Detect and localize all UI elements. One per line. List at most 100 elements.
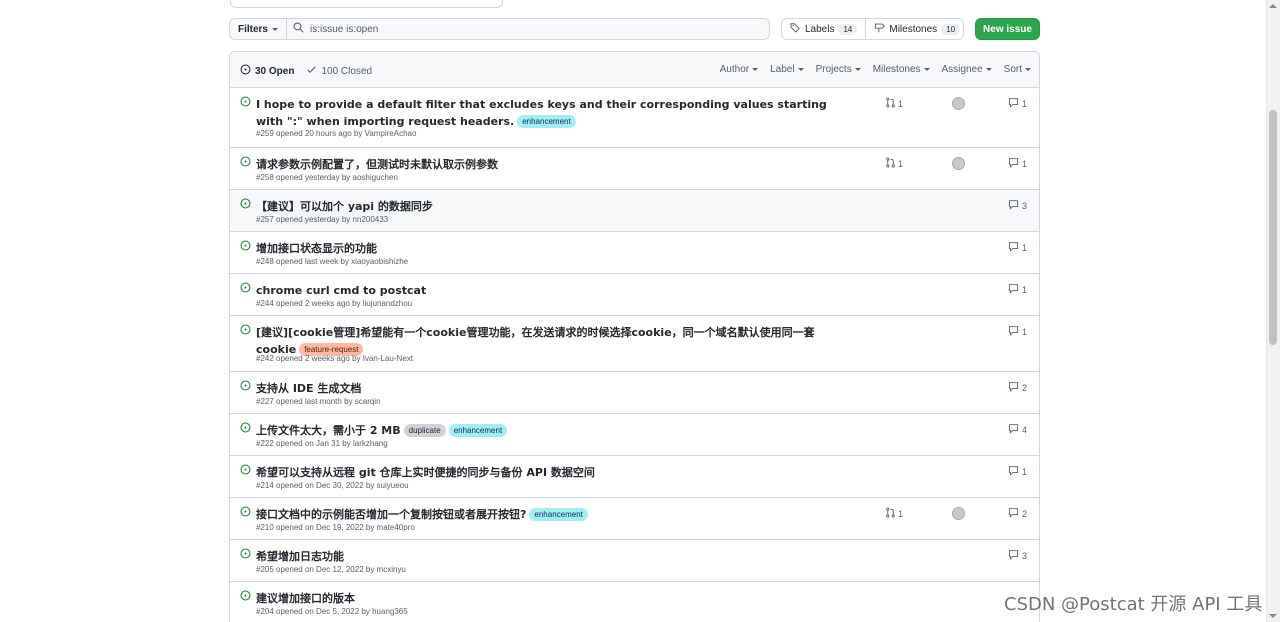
linked-pr[interactable]: 1 (885, 157, 903, 170)
issue-title-link[interactable]: 增加接口状态显示的功能 (256, 242, 377, 255)
new-issue-button[interactable]: New issue (975, 18, 1040, 40)
linked-pr[interactable]: 1 (885, 507, 903, 520)
author-filter[interactable]: Author (720, 64, 759, 75)
label-filter[interactable]: Label (770, 64, 804, 75)
issue-row[interactable]: 建议增加接口的版本 #204 opened on Dec 5, 2022 by h… (230, 581, 1039, 622)
comment-icon (1008, 241, 1019, 254)
label-filter-label: Label (770, 64, 795, 75)
scrollbar[interactable] (1266, 0, 1280, 622)
comment-icon (1008, 381, 1019, 394)
scroll-up-arrow[interactable] (1269, 4, 1277, 8)
issue-title-line: 支持从 IDE 生成文档 (256, 380, 836, 397)
comment-icon (1008, 549, 1019, 562)
issue-title-link[interactable]: 希望增加日志功能 (256, 550, 344, 563)
issue-title-link[interactable]: 希望可以支持从远程 git 仓库上实时便捷的同步与备份 API 数据空间 (256, 466, 595, 479)
assignee-avatar[interactable] (952, 157, 965, 170)
issue-title-link[interactable]: 支持从 IDE 生成文档 (256, 382, 361, 395)
assignee-avatar[interactable] (952, 507, 965, 520)
issue-row[interactable]: 【建议】可以加个 yapi 的数据同步 #257 opened yesterday… (230, 189, 1039, 231)
comment-count: 3 (1021, 550, 1027, 561)
issue-meta: #244 opened 2 weeks ago by liujunandzhou (256, 299, 413, 308)
issue-title-link[interactable]: 【建议】可以加个 yapi 的数据同步 (256, 200, 433, 213)
comments-link[interactable]: 1 (1008, 283, 1027, 296)
comment-icon (1008, 465, 1019, 478)
comment-icon (1008, 97, 1019, 110)
scrollbar-thumb[interactable] (1269, 110, 1277, 345)
assignee-filter-label: Assignee (941, 64, 983, 75)
labels-label: Labels (805, 23, 835, 35)
comment-icon (1008, 199, 1019, 212)
issue-label-enhancement[interactable]: enhancement (517, 115, 576, 128)
issue-meta: #205 opened on Dec 12, 2022 by mcxinyu (256, 565, 406, 574)
comments-link[interactable]: 2 (1008, 507, 1027, 520)
issue-state-toggle: 30 Open 100 Closed (240, 64, 372, 78)
milestones-button[interactable]: Milestones 10 (865, 19, 968, 39)
chevron-down-icon (985, 68, 992, 71)
assignee-avatar[interactable] (952, 97, 965, 110)
issue-row[interactable]: [建议][cookie管理]希望能有一个cookie管理功能，在发送请求的时候选… (230, 315, 1039, 371)
sort-filter[interactable]: Sort (1004, 64, 1031, 75)
issue-title-line: 请求参数示例配置了，但测试时未默认取示例参数 (256, 156, 836, 173)
issue-title-link[interactable]: 接口文档中的示例能否增加一个复制按钮或者展开按钮? (256, 508, 526, 521)
issue-row[interactable]: 上传文件太大，需小于 2 MB duplicate enhancement #222 … (230, 413, 1039, 455)
issue-row[interactable]: I hope to provide a default filter that … (230, 88, 1039, 147)
search-input[interactable] (310, 23, 750, 35)
issue-title-link[interactable]: 建议增加接口的版本 (256, 592, 355, 605)
milestones-filter[interactable]: Milestones (873, 64, 930, 75)
watermark: CSDN @Postcat 开源 API 工具 (1004, 594, 1263, 615)
scroll-down-arrow[interactable] (1269, 614, 1277, 618)
issue-title-link[interactable]: 上传文件太大，需小于 2 MB (256, 424, 401, 437)
search-box[interactable] (286, 18, 770, 40)
comments-link[interactable]: 1 (1008, 325, 1027, 338)
labels-button[interactable]: Labels 14 (782, 19, 865, 39)
issue-row[interactable]: 支持从 IDE 生成文档 #227 opened last month by sc… (230, 371, 1039, 413)
issue-row[interactable]: 增加接口状态显示的功能 #248 opened last week by xiao… (230, 231, 1039, 273)
linked-pr[interactable]: 1 (885, 97, 903, 110)
issue-opened-icon (240, 240, 251, 254)
assignee-filter[interactable]: Assignee (942, 64, 992, 75)
comments-link[interactable]: 1 (1008, 465, 1027, 478)
issue-row[interactable]: chrome curl cmd to postcat #244 opened 2 … (230, 273, 1039, 315)
check-icon (306, 64, 317, 78)
tag-icon (790, 22, 801, 36)
issue-meta: #258 opened yesterday by aoshiguchen (256, 173, 398, 182)
issue-row[interactable]: 希望增加日志功能 #205 opened on Dec 12, 2022 by m… (230, 539, 1039, 581)
comment-count: 1 (1021, 98, 1027, 109)
issue-row[interactable]: 请求参数示例配置了，但测试时未默认取示例参数 #258 opened yester… (230, 147, 1039, 189)
issue-title-link[interactable]: 请求参数示例配置了，但测试时未默认取示例参数 (256, 158, 498, 171)
projects-filter[interactable]: Projects (816, 64, 861, 75)
comment-icon (1008, 507, 1019, 520)
comments-link[interactable]: 2 (1008, 381, 1027, 394)
comment-icon (1008, 423, 1019, 436)
issue-meta: #214 opened on Dec 30, 2022 by suiyueou (256, 481, 409, 490)
issue-row[interactable]: 接口文档中的示例能否增加一个复制按钮或者展开按钮? enhancement #210… (230, 497, 1039, 539)
projects-filter-label: Projects (815, 64, 852, 75)
open-count: 30 Open (255, 65, 295, 77)
issues-list-header: 30 Open 100 Closed Author Label Projects… (230, 52, 1039, 88)
issue-label-enhancement[interactable]: enhancement (448, 424, 508, 437)
comments-link[interactable]: 4 (1008, 423, 1027, 436)
comments-link[interactable]: 1 (1008, 157, 1027, 170)
comments-link[interactable]: 1 (1008, 97, 1027, 110)
comments-link[interactable]: 1 (1008, 241, 1027, 254)
issue-meta: #204 opened on Dec 5, 2022 by huang365 (256, 607, 408, 616)
issue-label-duplicate[interactable]: duplicate (403, 424, 446, 437)
issue-rows: I hope to provide a default filter that … (230, 88, 1039, 622)
issue-title-line: 建议增加接口的版本 (256, 590, 836, 607)
issue-label-enhancement[interactable]: enhancement (529, 508, 588, 521)
issue-title-line: [建议][cookie管理]希望能有一个cookie管理功能，在发送请求的时候选… (256, 324, 836, 358)
issue-title-line: 增加接口状态显示的功能 (256, 240, 836, 257)
linked-pr-count: 1 (898, 98, 904, 109)
issue-opened-icon (240, 96, 251, 110)
issue-row[interactable]: 希望可以支持从远程 git 仓库上实时便捷的同步与备份 API 数据空间 #214… (230, 455, 1039, 497)
open-issues-link[interactable]: 30 Open (240, 64, 294, 78)
chevron-down-icon (923, 68, 930, 71)
issue-title-link[interactable]: chrome curl cmd to postcat (256, 284, 426, 297)
comments-link[interactable]: 3 (1008, 549, 1027, 562)
linked-pr-count: 1 (898, 158, 904, 169)
filters-button[interactable]: Filters (229, 18, 287, 40)
chevron-down-icon (752, 68, 759, 71)
comments-link[interactable]: 3 (1008, 199, 1027, 212)
closed-issues-link[interactable]: 100 Closed (306, 64, 372, 78)
comment-count: 1 (1021, 242, 1027, 253)
